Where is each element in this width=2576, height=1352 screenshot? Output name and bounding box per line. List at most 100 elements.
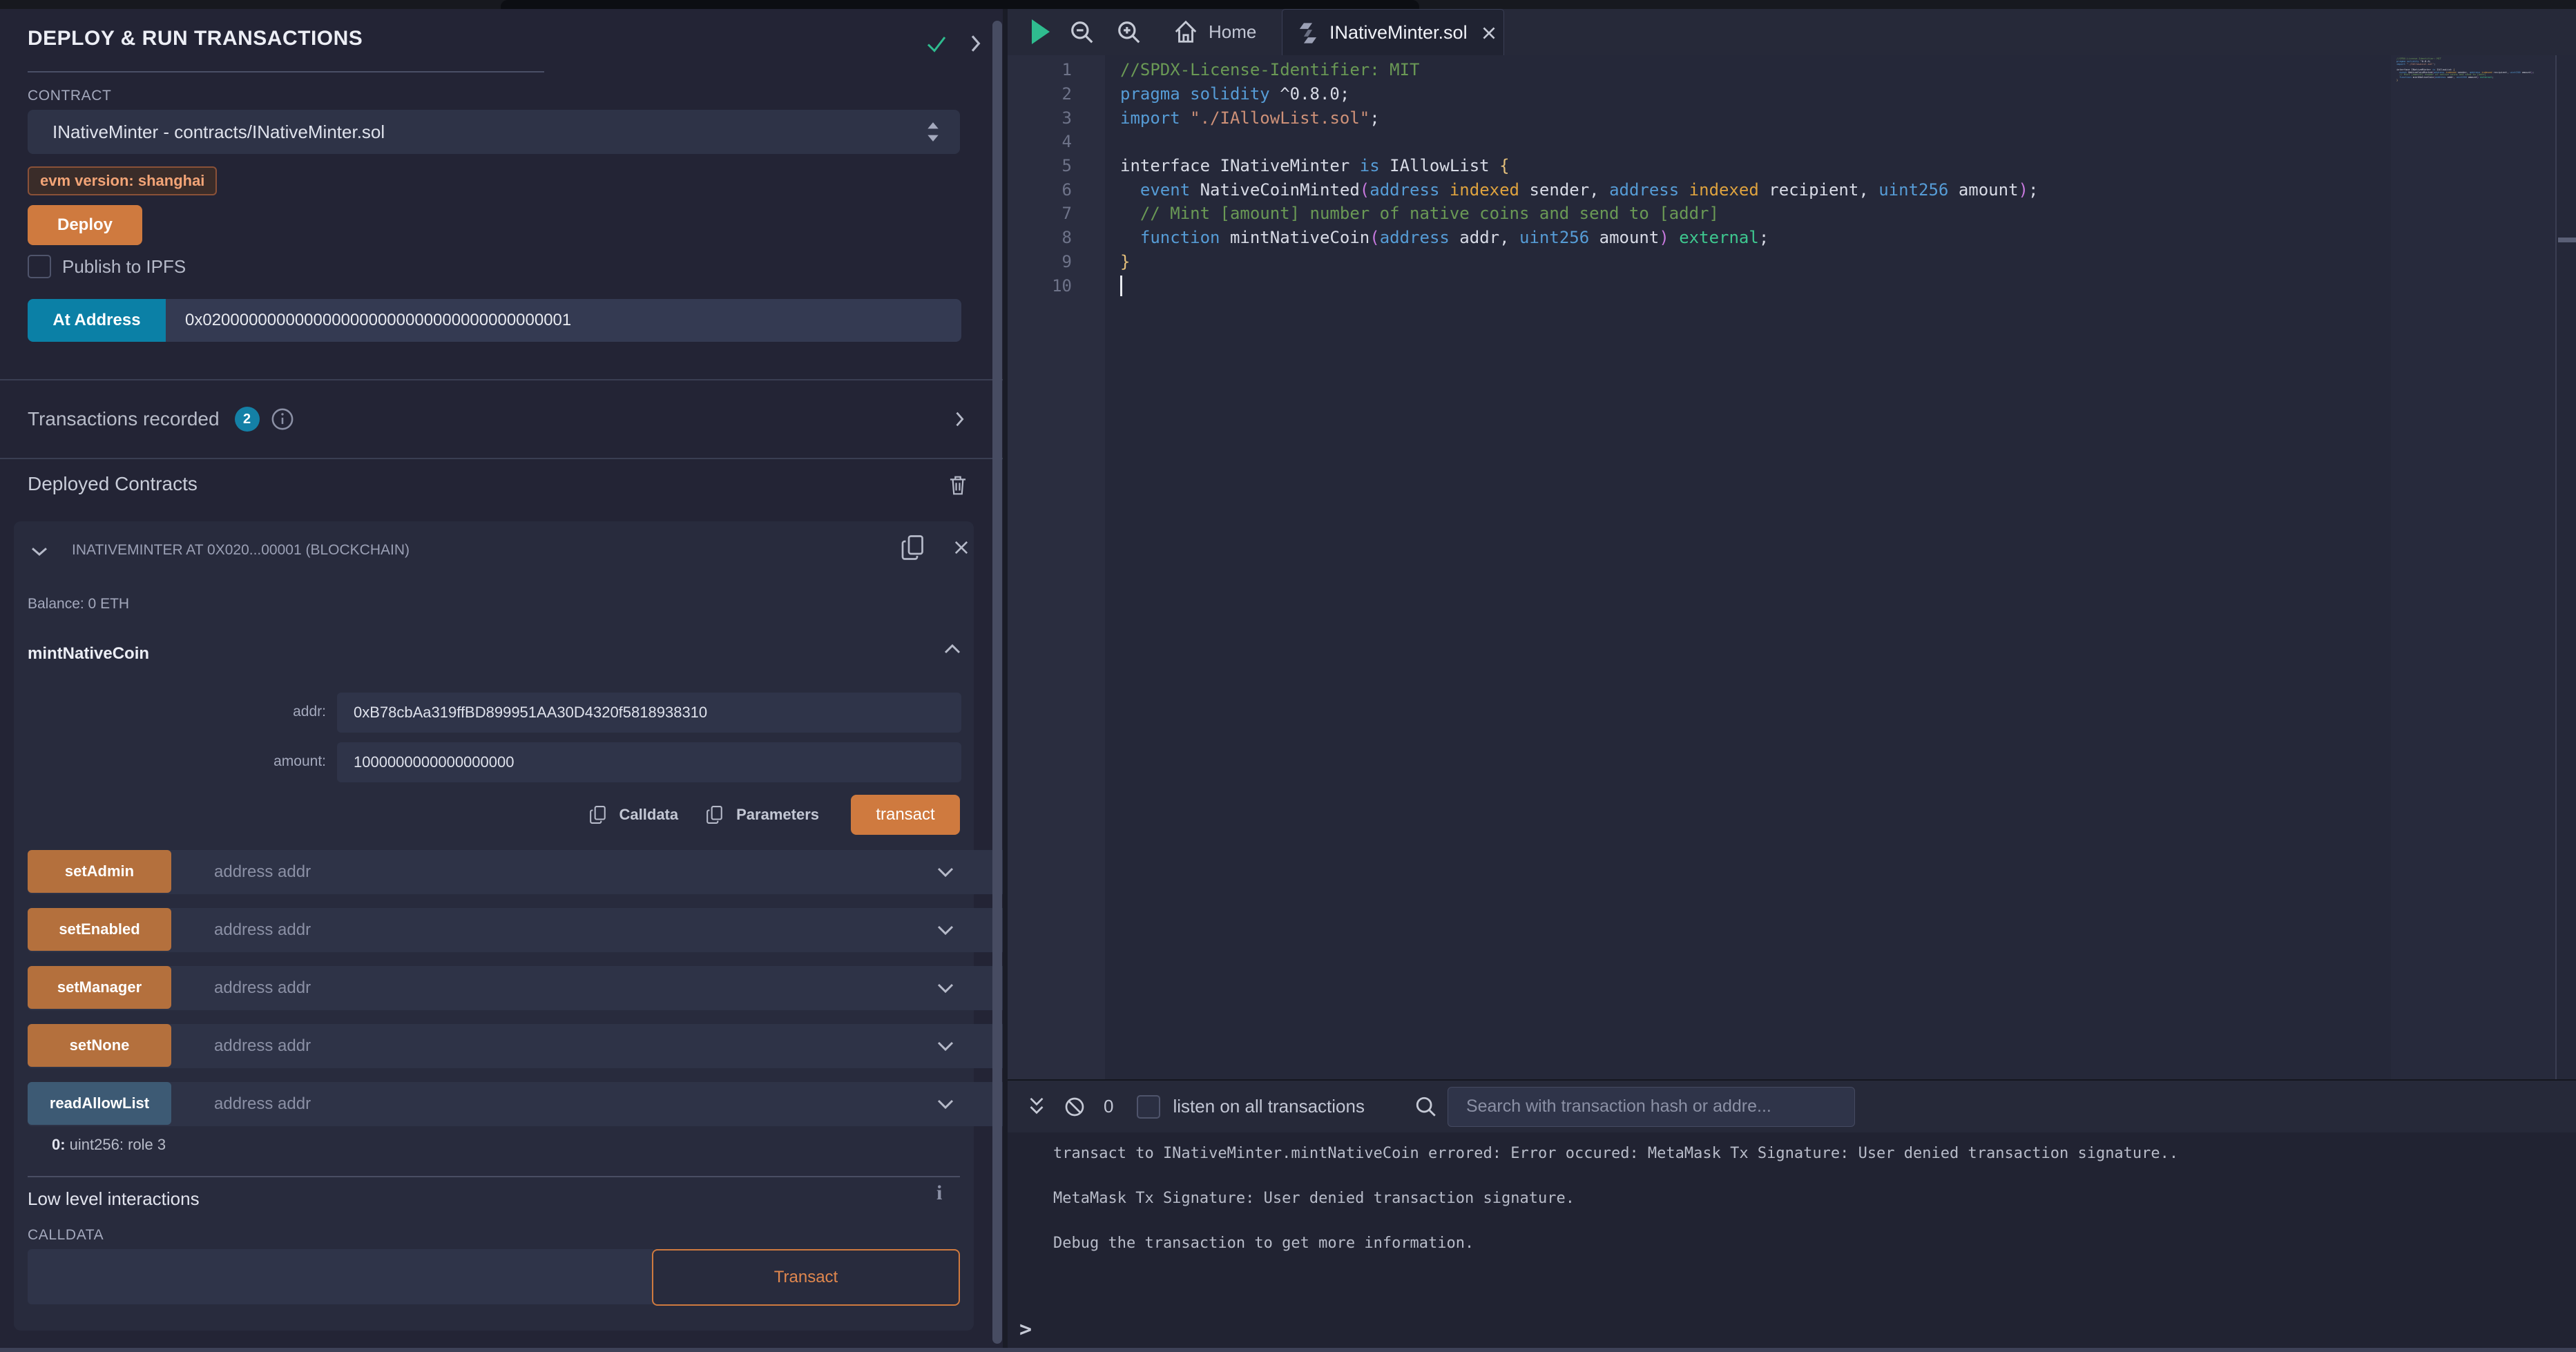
- line-number: 6: [1008, 180, 1088, 200]
- amount-field-input[interactable]: [337, 742, 961, 782]
- pin-panel-chevron-right-icon[interactable]: [964, 32, 986, 55]
- panel-editor-divider[interactable]: [1003, 9, 1008, 1352]
- overview-ruler[interactable]: [2555, 55, 2576, 1079]
- function-setAdmin-expand-chevron-icon[interactable]: [935, 862, 956, 882]
- low-level-divider: [28, 1176, 960, 1177]
- listen-transactions-checkbox[interactable]: [1137, 1095, 1160, 1119]
- remove-instance-close-icon[interactable]: [952, 538, 971, 557]
- code-line-10[interactable]: 10: [1008, 273, 2038, 298]
- function-setEnabled-button[interactable]: setEnabled: [28, 908, 171, 951]
- top-strip-dark-segment: [501, 0, 1419, 9]
- tab-close-icon[interactable]: [1480, 24, 1498, 42]
- clear-console-ban-icon[interactable]: [1064, 1096, 1086, 1118]
- evm-version-badge: evm version: shanghai: [28, 166, 217, 195]
- deploy-button[interactable]: Deploy: [28, 205, 142, 245]
- low-level-title: Low level interactions: [28, 1188, 200, 1210]
- at-address-row: At Address: [28, 299, 961, 342]
- code-line-5[interactable]: 5interface INativeMinter is IAllowList {: [1008, 154, 2038, 178]
- function-setAdmin-args-input[interactable]: [28, 850, 1122, 894]
- terminal-logs[interactable]: transact to INativeMinter.mintNativeCoin…: [1053, 1145, 2178, 1279]
- instance-balance: Balance: 0 ETH: [28, 596, 129, 612]
- expand-terminal-double-chevron-icon[interactable]: [1026, 1095, 1047, 1119]
- publish-ipfs-label: Publish to IPFS: [62, 256, 186, 278]
- line-number: 1: [1008, 60, 1088, 79]
- instance-collapse-chevron-icon[interactable]: [29, 541, 50, 561]
- addr-field-label: addr:: [188, 704, 326, 720]
- title-underline: [28, 71, 544, 73]
- bottom-status-line: [0, 1348, 2576, 1352]
- listen-transactions-label: listen on all transactions: [1173, 1096, 1364, 1117]
- clear-instances-trash-icon[interactable]: [948, 474, 968, 496]
- line-number: 3: [1008, 108, 1088, 128]
- function-setAdmin-button[interactable]: setAdmin: [28, 850, 171, 893]
- function-readAllowList-expand-chevron-icon[interactable]: [935, 1094, 956, 1114]
- calldata-label: CALLDATA: [28, 1227, 104, 1244]
- function-setManager-button[interactable]: setManager: [28, 966, 171, 1009]
- line-number: 2: [1008, 84, 1088, 104]
- terminal-search-input[interactable]: [1448, 1087, 1855, 1127]
- code-line-1[interactable]: 1//SPDX-License-Identifier: MIT: [1008, 58, 2038, 82]
- at-address-input[interactable]: [166, 299, 961, 342]
- code-line-7[interactable]: 7 // Mint [amount] number of native coin…: [1008, 202, 2038, 226]
- terminal-log-1[interactable]: MetaMask Tx Signature: User denied trans…: [1053, 1190, 2178, 1207]
- function-row-setAdmin: setAdmin: [28, 850, 960, 893]
- deploy-run-panel: DEPLOY & RUN TRANSACTIONS CONTRACT INati…: [0, 9, 1008, 1352]
- line-number: 8: [1008, 228, 1088, 247]
- function-readAllowList-args-input[interactable]: [28, 1082, 1122, 1126]
- function-setManager-args-input[interactable]: [28, 966, 1122, 1010]
- minimap-code: //SPDX-License-Identifier: MITpragma sol…: [2396, 58, 2534, 85]
- function-setEnabled-args-input[interactable]: [28, 908, 1122, 952]
- copy-address-icon[interactable]: [901, 534, 925, 561]
- function-setNone-expand-chevron-icon[interactable]: [935, 1036, 956, 1056]
- code-text: interface INativeMinter is IAllowList {: [1088, 156, 1510, 175]
- addr-field-input[interactable]: [337, 693, 961, 733]
- transactions-recorded-section[interactable]: Transactions recorded 2: [0, 379, 1005, 459]
- function-setNone-args-input[interactable]: [28, 1024, 1122, 1068]
- code-text: }: [1088, 252, 1130, 271]
- function-readAllowList-button[interactable]: readAllowList: [28, 1082, 171, 1125]
- run-script-play-icon[interactable]: [1029, 18, 1051, 46]
- function-rows: setAdmin setEnabled setManager setNone readA…: [28, 850, 960, 1140]
- terminal-log-0[interactable]: transact to INativeMinter.mintNativeCoin…: [1053, 1145, 2178, 1162]
- zoom-in-icon[interactable]: [1116, 19, 1142, 46]
- function-collapse-chevron-up-icon[interactable]: [942, 639, 963, 659]
- transactions-info-icon[interactable]: [271, 407, 294, 431]
- transact-button[interactable]: transact: [851, 795, 960, 835]
- calldata-copy-icon[interactable]: [589, 804, 607, 825]
- code-line-8[interactable]: 8 function mintNativeCoin(address addr, …: [1008, 226, 2038, 250]
- code-line-2[interactable]: 2pragma solidity ^0.8.0;: [1008, 82, 2038, 106]
- code-lines[interactable]: 1//SPDX-License-Identifier: MIT2pragma s…: [1008, 58, 2038, 298]
- function-setManager-expand-chevron-icon[interactable]: [935, 978, 956, 998]
- home-house-icon: [1173, 19, 1199, 45]
- low-level-transact-button[interactable]: Transact: [652, 1249, 960, 1306]
- overview-ruler-marker: [2558, 238, 2576, 242]
- tab-home[interactable]: Home: [1173, 19, 1256, 45]
- tab-inativeminter[interactable]: INativeMinter.sol: [1282, 9, 1504, 57]
- transactions-chevron-right-icon[interactable]: [950, 409, 969, 429]
- low-level-info-icon[interactable]: i: [936, 1181, 942, 1205]
- parameters-copy-icon[interactable]: [706, 804, 724, 825]
- transactions-count-badge: 2: [235, 407, 260, 432]
- code-line-3[interactable]: 3import "./IAllowList.sol";: [1008, 106, 2038, 130]
- calldata-input[interactable]: [28, 1249, 653, 1304]
- publish-ipfs-checkbox[interactable]: [28, 255, 51, 278]
- text-cursor: [1120, 276, 1122, 296]
- deployed-instance-card: INATIVEMINTER AT 0X020...00001 (BLOCKCHA…: [14, 521, 974, 1331]
- minimap[interactable]: //SPDX-License-Identifier: MITpragma sol…: [2391, 55, 2555, 1079]
- code-line-9[interactable]: 9}: [1008, 250, 2038, 274]
- terminal-prompt[interactable]: >: [1019, 1317, 1032, 1342]
- code-line-4[interactable]: 4: [1008, 130, 2038, 154]
- code-line-6[interactable]: 6 event NativeCoinMinted(address indexed…: [1008, 177, 2038, 202]
- at-address-button[interactable]: At Address: [28, 299, 166, 342]
- function-setEnabled-expand-chevron-icon[interactable]: [935, 920, 956, 940]
- function-setNone-button[interactable]: setNone: [28, 1024, 171, 1067]
- parameters-action-label[interactable]: Parameters: [736, 806, 819, 824]
- contract-select[interactable]: INativeMinter - contracts/INativeMinter.…: [28, 110, 960, 154]
- editor-tab-bar: Home INativeMinter.sol: [1008, 9, 2576, 55]
- left-panel-scrollbar[interactable]: [992, 21, 1002, 1344]
- terminal-log-2[interactable]: Debug the transaction to get more inform…: [1053, 1235, 2178, 1252]
- output-index: 0:: [52, 1136, 66, 1153]
- function-row-setNone: setNone: [28, 1024, 960, 1067]
- calldata-action-label[interactable]: Calldata: [619, 806, 679, 824]
- zoom-out-icon[interactable]: [1069, 19, 1095, 46]
